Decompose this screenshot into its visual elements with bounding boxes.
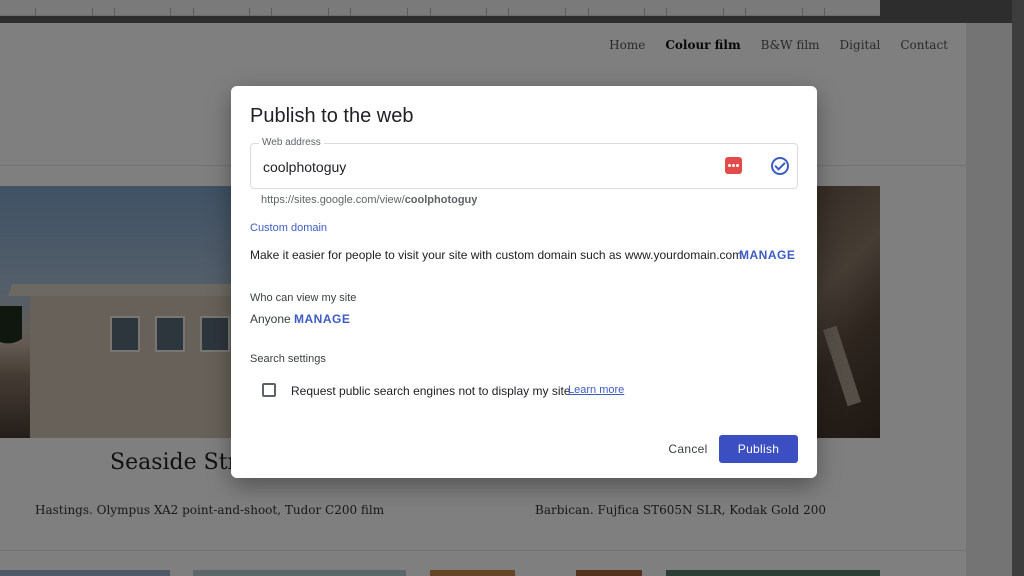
custom-domain-manage-button[interactable]: MANAGE	[739, 248, 795, 262]
web-address-input[interactable]: coolphotoguy	[263, 159, 346, 175]
site-url: https://sites.google.com/view/coolphotog…	[261, 194, 477, 206]
password-manager-icon[interactable]	[725, 157, 742, 174]
custom-domain-heading: Custom domain	[250, 222, 328, 234]
search-settings-heading: Search settings	[250, 353, 326, 365]
web-address-field[interactable]: Web address coolphotoguy	[250, 137, 798, 189]
check-circle-icon	[771, 157, 789, 175]
who-can-view-heading: Who can view my site	[250, 292, 357, 304]
visibility-manage-button[interactable]: MANAGE	[294, 312, 350, 326]
visibility-value: Anyone	[250, 312, 291, 326]
url-suffix: coolphotoguy	[404, 194, 478, 206]
cancel-button[interactable]: Cancel	[658, 435, 718, 463]
url-prefix: https://sites.google.com/view/	[261, 194, 405, 206]
learn-more-link[interactable]: Learn more	[568, 384, 624, 396]
dialog-title: Publish to the web	[250, 105, 414, 127]
custom-domain-description: Make it easier for people to visit your …	[250, 248, 743, 262]
publish-button[interactable]: Publish	[719, 435, 798, 463]
search-engine-checkbox-label[interactable]: Request public search engines not to dis…	[291, 384, 571, 398]
web-address-label: Web address	[259, 137, 324, 148]
search-engine-checkbox[interactable]	[262, 383, 276, 397]
publish-dialog: Publish to the web Web address coolphoto…	[231, 86, 817, 478]
